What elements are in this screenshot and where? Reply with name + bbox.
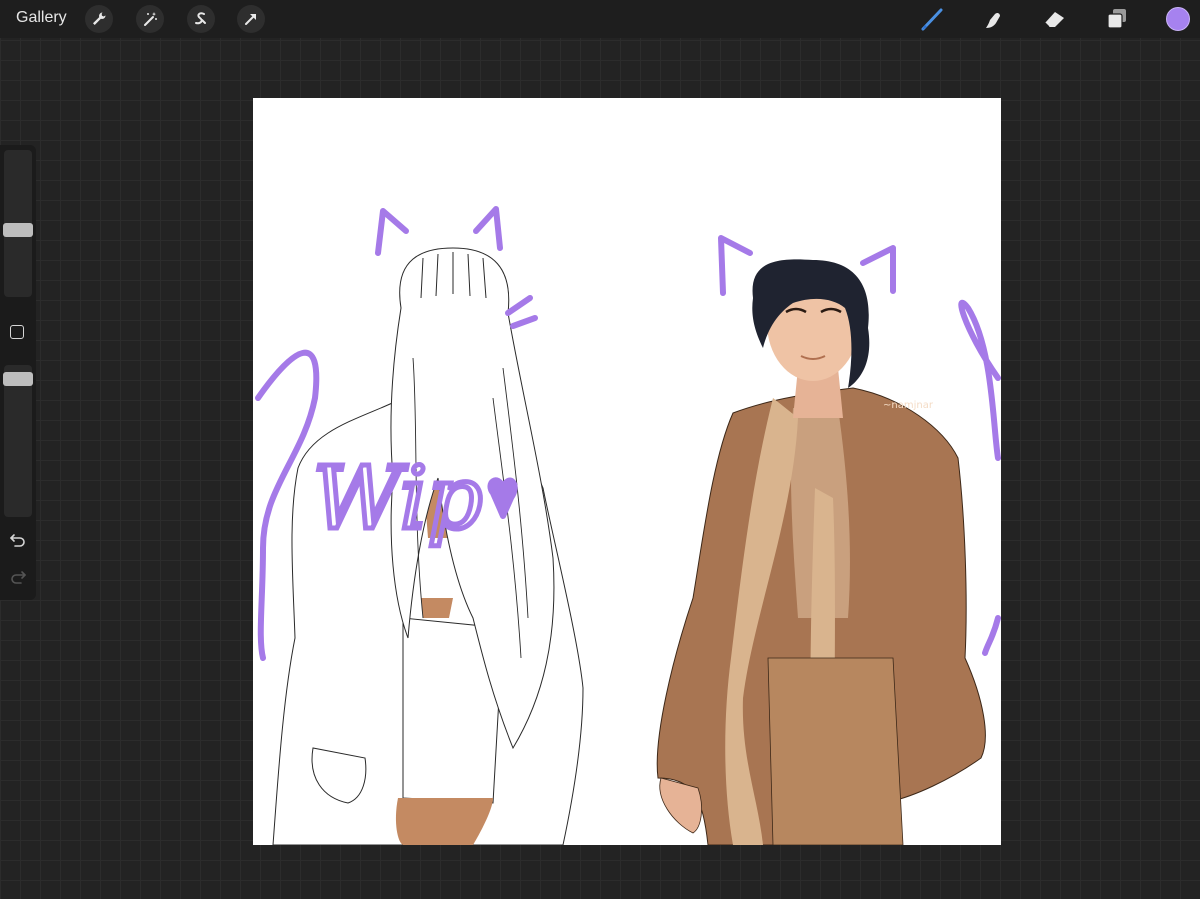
modify-button[interactable] — [10, 325, 24, 339]
brush-size-thumb[interactable] — [3, 223, 33, 237]
redo-icon[interactable] — [9, 569, 27, 590]
actions-icon[interactable] — [85, 5, 113, 33]
undo-icon[interactable] — [9, 532, 27, 553]
eraser-icon[interactable] — [1040, 5, 1070, 33]
artwork: Wip ~namjnar — [255, 206, 1001, 845]
gallery-button[interactable]: Gallery — [16, 9, 67, 27]
brush-size-slider[interactable] — [3, 150, 33, 297]
top-toolbar: Gallery — [0, 0, 1200, 38]
color-picker-button[interactable] — [1166, 7, 1190, 31]
brush-opacity-thumb[interactable] — [3, 372, 33, 386]
signature-text: ~namjnar — [883, 400, 934, 411]
brush-opacity-slider[interactable] — [3, 365, 33, 517]
adjustments-icon[interactable] — [136, 5, 164, 33]
right-figure-illustration — [656, 259, 986, 845]
selection-icon[interactable] — [187, 5, 215, 33]
layers-icon[interactable] — [1102, 5, 1132, 33]
wip-text: Wip — [313, 449, 482, 549]
left-sidebar — [0, 145, 36, 600]
transform-icon[interactable] — [237, 5, 265, 33]
brush-icon[interactable] — [918, 5, 948, 33]
drawing-canvas[interactable]: Wip ~namjnar — [253, 98, 1001, 845]
smudge-icon[interactable] — [979, 5, 1009, 33]
